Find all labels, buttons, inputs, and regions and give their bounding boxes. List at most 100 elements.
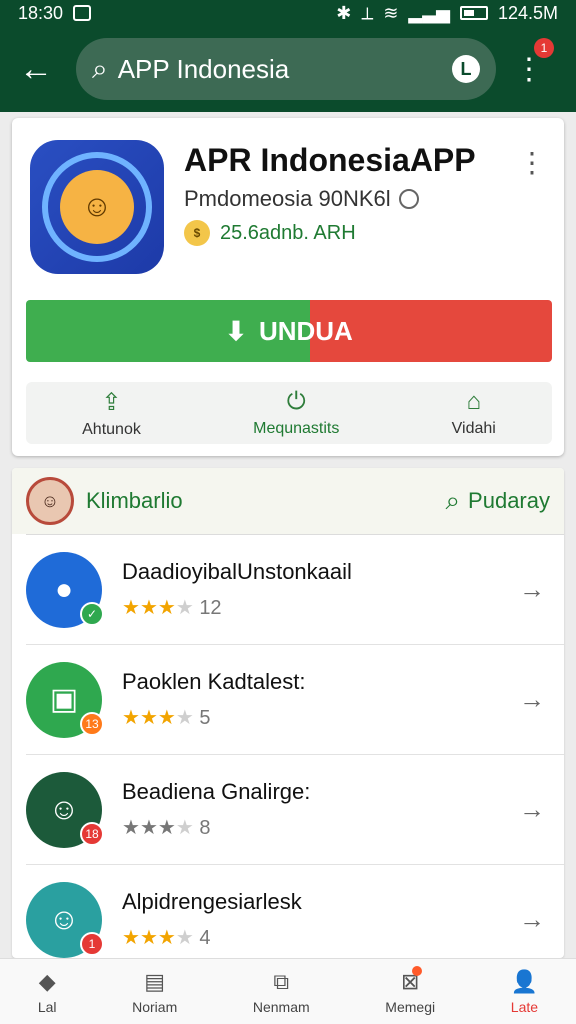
app-details-card: ☺ APR IndonesiaAPP ⋮ Pmdomeosia 90NK6l $… xyxy=(12,118,564,456)
app-icon-1: ● ✓ xyxy=(26,551,104,628)
section-header: ☺ Klimbarlio ⌕ Pudaray xyxy=(12,468,564,534)
status-time: 18:30 xyxy=(18,2,64,23)
action-row: ⇪ Ahtunok ⏻ Mequnastits ⌂ Vidahi xyxy=(26,382,552,444)
chevron-right-icon: → xyxy=(519,794,545,824)
search-field[interactable]: ⌕ APP Indonesia L xyxy=(76,38,496,100)
star-icon: ★ xyxy=(157,707,176,729)
notification-dot xyxy=(412,965,423,976)
nav-item-home[interactable]: ◆ Lal xyxy=(38,969,57,1015)
app-icon-4: ☺ 1 xyxy=(26,881,104,958)
status-image-icon xyxy=(73,5,92,21)
install-button[interactable]: ⬇ UNDUA xyxy=(26,300,552,362)
search-query: APP Indonesia xyxy=(117,53,290,84)
list-item-text: Alpidrengesiarlesk ★★★★ 4 xyxy=(122,889,512,950)
bottom-navigation: ◆ Lal ▤ Noriam ⧉ Nenmam ⊠ Memegi 👤 Late xyxy=(0,958,576,1024)
star-icon: ★ xyxy=(157,597,176,619)
star-icon: ★ xyxy=(157,927,176,949)
avatar[interactable]: ☺ xyxy=(26,477,74,525)
bluetooth-icon: ✱ xyxy=(336,2,352,23)
star-icon: ★ xyxy=(139,597,158,619)
nav-label: Late xyxy=(510,998,539,1015)
app-icon-ring: ☺ xyxy=(42,152,152,262)
nav-item-profile[interactable]: 👤 Late xyxy=(511,969,538,1015)
app-bar: ← ⌕ APP Indonesia L ⋮ 1 xyxy=(0,26,576,112)
star-icon: ★ xyxy=(157,817,176,839)
action-share-label: Ahtunok xyxy=(82,420,141,438)
nav-item-apps[interactable]: ⧉ Nenmam xyxy=(253,969,310,1015)
action-share[interactable]: ⇪ Ahtunok xyxy=(82,388,141,439)
action-update-label: Mequnastits xyxy=(253,420,340,437)
star-empty-icon: ★ xyxy=(175,927,194,949)
list-item[interactable]: ☺ 1 Alpidrengesiarlesk ★★★★ 4 → xyxy=(26,864,564,958)
status-right: ✱ ⟂ ≋ ▂▃▅ 124.5M xyxy=(336,3,558,24)
star-icon: ★ xyxy=(139,817,158,839)
list-item[interactable]: ▣ 13 Paoklen Kadtalest: ★★★★ 5 → xyxy=(26,644,564,754)
account-badge-icon[interactable]: L xyxy=(452,55,480,83)
arrow-left-icon: ← xyxy=(19,49,53,88)
download-icon: ⬇ xyxy=(225,315,247,346)
star-icon: ★ xyxy=(139,927,158,949)
related-apps-section: ☺ Klimbarlio ⌕ Pudaray ● ✓ DaadioyibalUn… xyxy=(12,468,564,958)
star-icon: ★ xyxy=(122,707,140,729)
star-icon: ★ xyxy=(122,927,140,949)
rating-count: 5 xyxy=(199,707,211,729)
back-button[interactable]: ← xyxy=(14,47,58,91)
nav-item-news[interactable]: ▤ Noriam xyxy=(132,969,177,1015)
nav-label: Memegi xyxy=(385,998,436,1015)
status-bar: 18:30 ✱ ⟂ ≋ ▂▃▅ 124.5M xyxy=(0,0,576,26)
search-icon: ⌕ xyxy=(445,485,461,515)
rating-count: 4 xyxy=(199,927,211,949)
app-icon: ☺ xyxy=(30,140,164,274)
list-item[interactable]: ☺ 18 Beadiena Gnalirge: ★★★★ 8 → xyxy=(26,754,564,864)
install-button-label: UNDUA xyxy=(258,315,353,346)
star-icon: ★ xyxy=(122,597,140,619)
meta-text: 25.6adnb. ARH xyxy=(220,221,356,244)
section-title: Klimbarlio xyxy=(86,488,183,513)
nav-label: Nenmam xyxy=(252,998,310,1015)
action-more[interactable]: ⌂ Vidahi xyxy=(452,388,496,438)
list-item-title: Beadiena Gnalirge: xyxy=(122,779,311,804)
app-icon-2: ▣ 13 xyxy=(26,661,104,738)
search-icon: ⌕ xyxy=(92,52,108,84)
mascot-icon: ☺ xyxy=(60,170,134,244)
badge-icon: 18 xyxy=(80,821,104,846)
status-left: 18:30 xyxy=(18,2,92,24)
nav-item-games[interactable]: ⊠ Memegi xyxy=(385,965,436,1015)
action-more-label: Vidahi xyxy=(451,420,496,437)
list-item-text: Paoklen Kadtalest: ★★★★ 5 xyxy=(122,669,512,730)
star-icon: ★ xyxy=(139,707,158,729)
overflow-menu-button[interactable]: ⋮ 1 xyxy=(514,37,554,87)
action-update[interactable]: ⏻ Mequnastits xyxy=(253,388,339,438)
app-list: ● ✓ DaadioyibalUnstonkaail ★★★★ 12 → ▣ 1… xyxy=(12,534,564,958)
app-more-button[interactable]: ⋮ xyxy=(518,146,546,179)
section-search-label: Pudaray xyxy=(468,488,550,513)
install-button-content: ⬇ UNDUA xyxy=(26,300,552,362)
list-item-title: DaadioyibalUnstonkaail xyxy=(122,559,352,584)
nav-label: Noriam xyxy=(132,998,178,1015)
list-item[interactable]: ● ✓ DaadioyibalUnstonkaail ★★★★ 12 → xyxy=(26,534,564,644)
list-item-text: DaadioyibalUnstonkaail ★★★★ 12 xyxy=(122,559,512,620)
robot-icon: ▣ xyxy=(49,683,79,716)
rating-count: 12 xyxy=(199,597,222,619)
wifi-icon: ≋ xyxy=(383,2,399,23)
meta-row: $ 25.6adnb. ARH xyxy=(184,220,356,246)
nav-icon-wrap: ⊠ xyxy=(401,965,423,995)
star-empty-icon: ★ xyxy=(175,597,194,619)
developer-name: Pmdomeosia 90NK6l xyxy=(184,186,391,211)
notification-badge: 1 xyxy=(534,37,554,58)
document-icon: ▤ xyxy=(144,968,166,994)
section-search-button[interactable]: ⌕ Pudaray xyxy=(445,485,550,517)
home-icon: ⌂ xyxy=(466,388,481,415)
more-vert-icon: ⋮ xyxy=(514,52,544,86)
app-title: APR IndonesiaAPP xyxy=(184,142,476,178)
signal-icon: ▂▃▅ xyxy=(408,2,450,23)
rating: ★★★★ 8 xyxy=(122,815,512,840)
app-icon-3: ☺ 18 xyxy=(26,771,104,848)
person-icon: ☺ xyxy=(48,792,80,826)
nav-label: Lal xyxy=(37,998,57,1015)
verified-icon: ✓ xyxy=(80,601,104,626)
globe-icon xyxy=(398,189,419,209)
chevron-right-icon: → xyxy=(519,904,545,934)
developer-row: Pmdomeosia 90NK6l xyxy=(184,186,419,212)
share-icon: ⇪ xyxy=(101,388,122,416)
